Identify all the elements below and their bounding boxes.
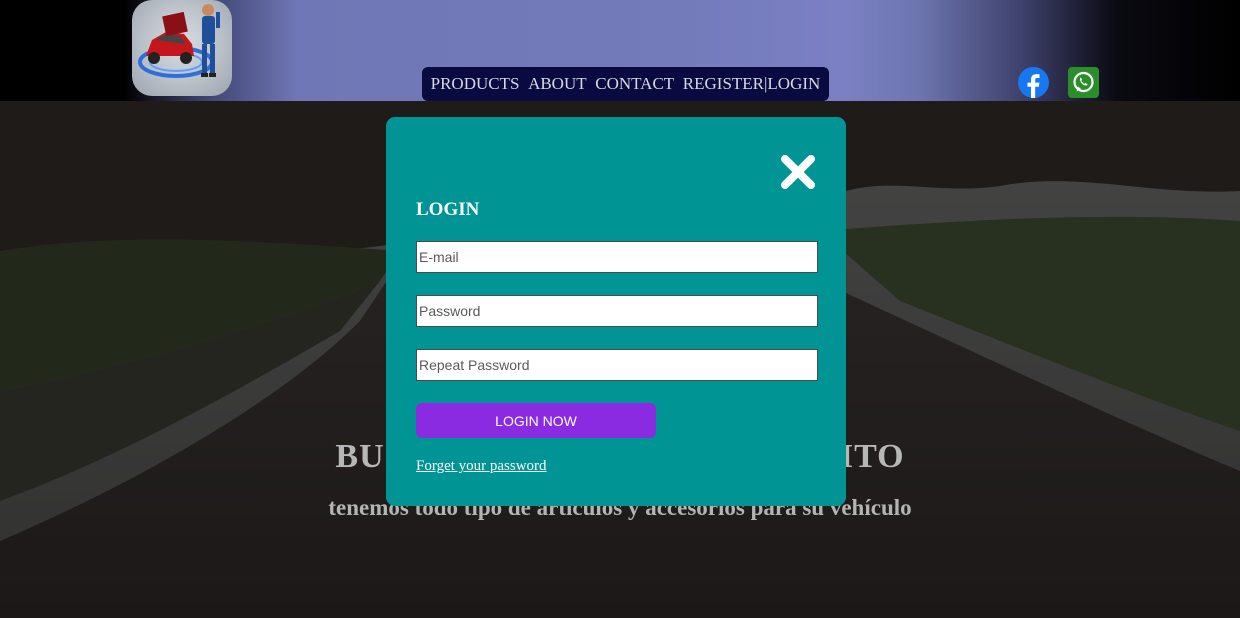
nav-about[interactable]: ABOUT — [528, 74, 587, 94]
forgot-password-link[interactable]: Forget your password — [416, 458, 547, 475]
modal-title: LOGIN — [416, 199, 480, 220]
nav-register-login[interactable]: REGISTER|LOGIN — [683, 74, 821, 94]
password-field[interactable] — [416, 295, 818, 327]
nav-products[interactable]: PRODUCTS — [431, 74, 520, 94]
logo[interactable] — [132, 0, 232, 96]
login-modal: LOGIN LOGIN NOW Forget your password — [386, 117, 846, 506]
email-field[interactable] — [416, 241, 818, 273]
facebook-icon[interactable] — [1018, 67, 1049, 98]
close-icon[interactable] — [779, 153, 817, 191]
site-header: PRODUCTS ABOUT CONTACT REGISTER|LOGIN — [0, 0, 1240, 101]
login-now-button[interactable]: LOGIN NOW — [416, 403, 656, 438]
whatsapp-icon[interactable] — [1068, 67, 1099, 98]
repeat-password-field[interactable] — [416, 349, 818, 381]
nav-contact[interactable]: CONTACT — [595, 74, 674, 94]
mechanic-car-logo-icon — [138, 4, 220, 78]
main-nav: PRODUCTS ABOUT CONTACT REGISTER|LOGIN — [422, 67, 829, 101]
